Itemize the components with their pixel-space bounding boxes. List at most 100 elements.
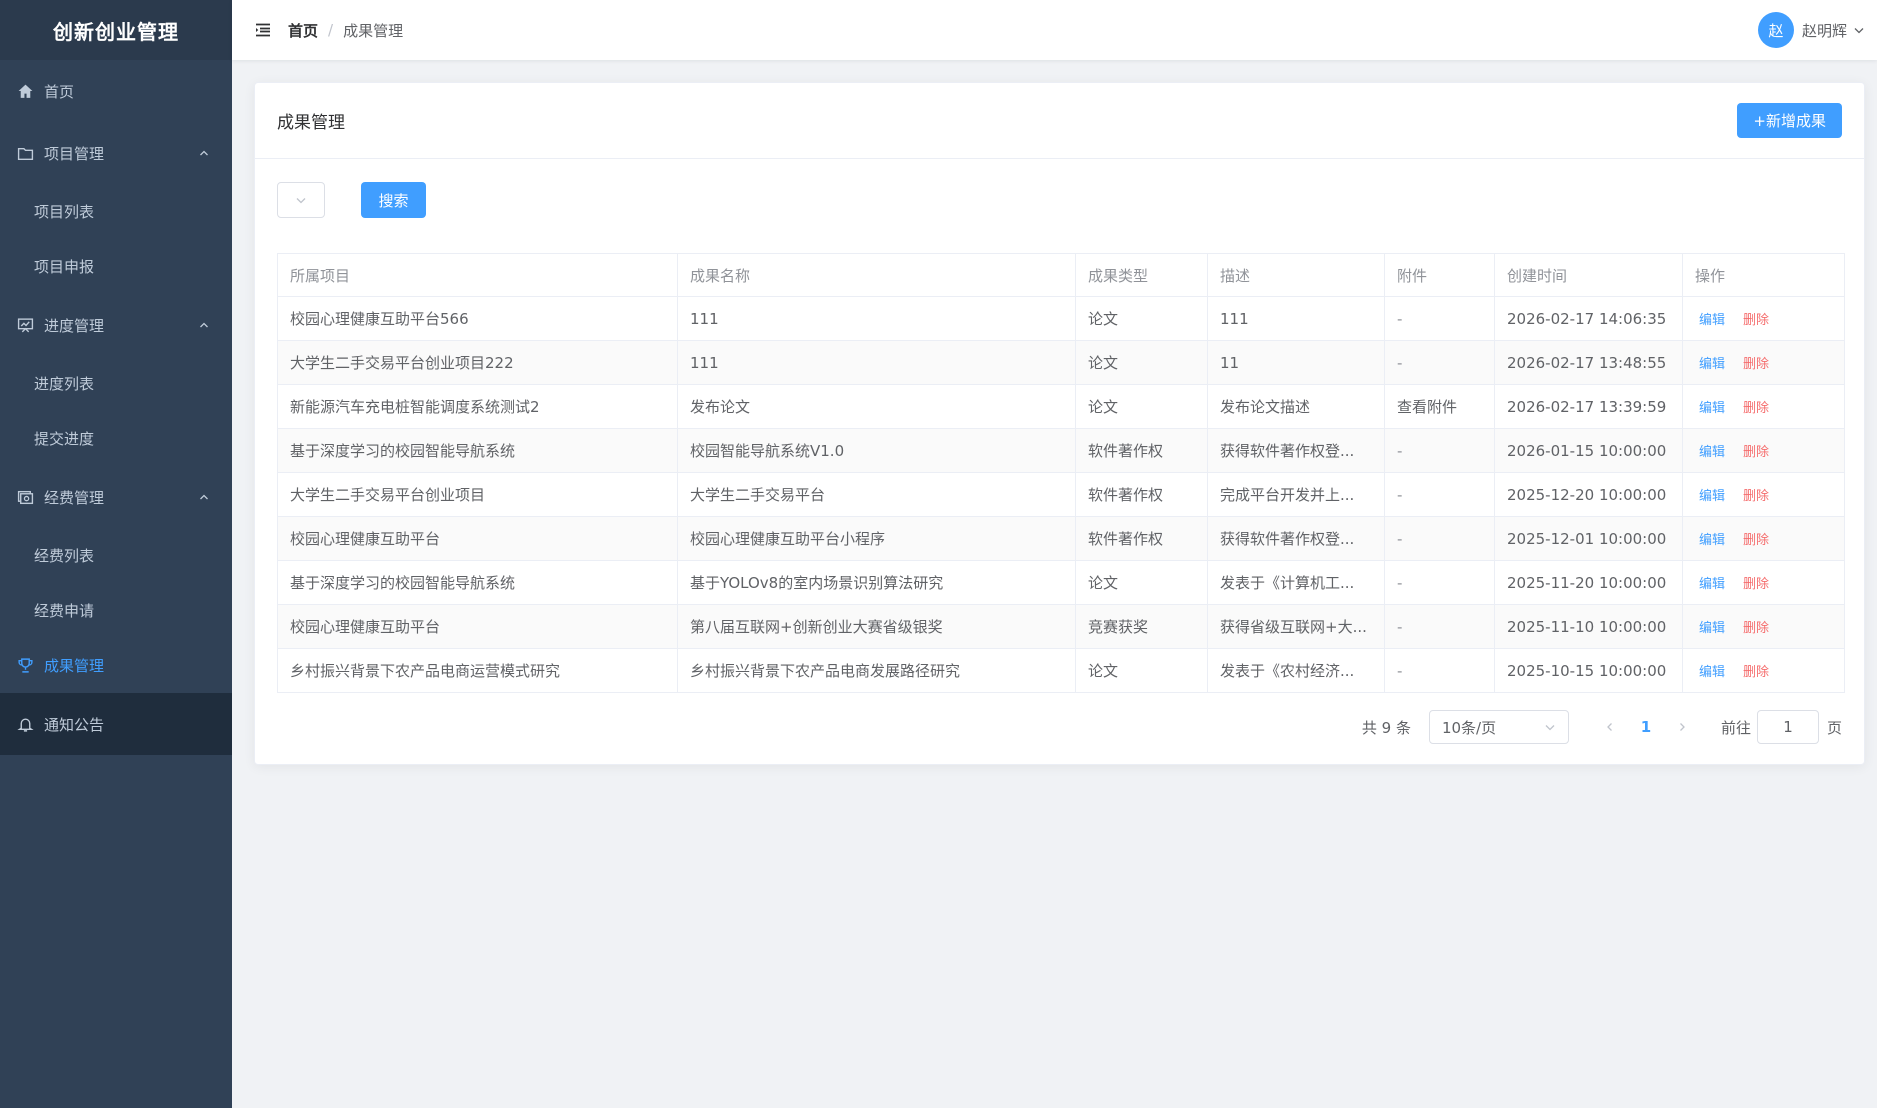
sidebar-item-label: 进度管理 xyxy=(44,316,105,335)
edit-button[interactable]: 编辑 xyxy=(1699,577,1725,592)
breadcrumb-current: 成果管理 xyxy=(343,21,404,40)
page-size-value: 10条/页 xyxy=(1441,718,1497,737)
column-header: 成果类型 xyxy=(1075,253,1208,297)
cell-attachment: - xyxy=(1384,648,1495,693)
cell-description: 发表于《农村经济... xyxy=(1207,648,1385,693)
table-row: 校园心理健康互助平台566 111 论文 111-2026-02-17 14:06:3… xyxy=(277,296,1845,341)
sidebar-item-funds-list[interactable]: 经费列表 xyxy=(0,528,232,583)
next-page-button[interactable] xyxy=(1667,712,1697,742)
sidebar-item-label: 通知公告 xyxy=(44,715,105,734)
delete-button[interactable]: 删除 xyxy=(1743,533,1769,548)
cell-type: 论文 xyxy=(1075,648,1208,693)
avatar: 赵 xyxy=(1757,12,1794,48)
pagination: 共 9 条 10条/页 1 前往 1 页 xyxy=(277,709,1842,745)
delete-button[interactable]: 删除 xyxy=(1743,665,1769,680)
cell-description: 11 xyxy=(1207,340,1385,385)
edit-button[interactable]: 编辑 xyxy=(1699,401,1725,416)
chevron-down-icon xyxy=(1545,725,1555,731)
sidebar: 创新创业管理 首页 项目管理 项目列表 项目申报 进度管理 进度列表 提交进度 xyxy=(0,0,232,1108)
table-row: 基于深度学习的校园智能导航系统 基于YOLOv8的室内场景识别算法研究 论文 发表于《… xyxy=(277,560,1845,605)
column-header: 成果名称 xyxy=(677,253,1076,297)
search-button[interactable]: 搜索 xyxy=(361,182,426,218)
sidebar-item-project-list[interactable]: 项目列表 xyxy=(0,184,232,239)
delete-button[interactable]: 删除 xyxy=(1743,577,1769,592)
cell-created-time: 2025-12-01 10:00:00 xyxy=(1494,516,1683,561)
edit-button[interactable]: 编辑 xyxy=(1699,489,1725,504)
trophy-icon xyxy=(16,657,34,675)
sidebar-item-label: 成果管理 xyxy=(44,657,105,675)
cell-created-time: 2026-02-17 14:06:35 xyxy=(1494,296,1683,341)
cell-attachment: - xyxy=(1384,604,1495,649)
add-achievement-button[interactable]: +新增成果 xyxy=(1737,103,1842,138)
cell-description: 完成平台开发并上... xyxy=(1207,472,1385,517)
sidebar-item-funds-apply[interactable]: 经费申请 xyxy=(0,583,232,638)
cell-name: 基于YOLOv8的室内场景识别算法研究 xyxy=(677,560,1076,605)
cell-actions: 编辑 删除 xyxy=(1682,472,1845,517)
main-area: 首页 / 成果管理 赵 赵明辉 成果管理 +新增成果 搜索 所属项目 成果名称 … xyxy=(232,0,1877,1108)
prev-page-button[interactable] xyxy=(1595,712,1625,742)
sidebar-item-label: 项目管理 xyxy=(44,144,105,163)
cell-created-time: 2025-11-20 10:00:00 xyxy=(1494,560,1683,605)
cell-name: 第八届互联网+创新创业大赛省级银奖 xyxy=(677,604,1076,649)
cell-name: 乡村振兴背景下农产品电商发展路径研究 xyxy=(677,648,1076,693)
cell-created-time: 2025-11-10 10:00:00 xyxy=(1494,604,1683,649)
cell-type: 论文 xyxy=(1075,560,1208,605)
cell-name: 发布论文 xyxy=(677,384,1076,429)
chevron-right-icon xyxy=(1680,723,1685,731)
page-number-1[interactable]: 1 xyxy=(1631,712,1661,742)
edit-button[interactable]: 编辑 xyxy=(1699,313,1725,328)
cell-actions: 编辑 删除 xyxy=(1682,296,1845,341)
type-filter-select[interactable] xyxy=(277,182,325,218)
sidebar-item-project-management[interactable]: 项目管理 xyxy=(0,122,232,184)
cell-project: 校园心理健康互助平台 xyxy=(277,604,678,649)
sidebar-item-submit-progress[interactable]: 提交进度 xyxy=(0,411,232,466)
delete-button[interactable]: 删除 xyxy=(1743,445,1769,460)
sidebar-item-notice[interactable]: 通知公告 xyxy=(0,693,232,755)
cell-type: 论文 xyxy=(1075,296,1208,341)
edit-button[interactable]: 编辑 xyxy=(1699,665,1725,680)
cell-project: 基于深度学习的校园智能导航系统 xyxy=(277,560,678,605)
chevron-down-icon xyxy=(296,198,306,204)
page-size-select[interactable]: 10条/页 xyxy=(1428,710,1569,744)
table-row: 乡村振兴背景下农产品电商运营模式研究 乡村振兴背景下农产品电商发展路径研究 论文 发表… xyxy=(277,648,1845,693)
pagination-total: 共 9 条 xyxy=(1361,718,1411,737)
user-dropdown[interactable]: 赵 赵明辉 xyxy=(1757,0,1865,60)
cell-type: 论文 xyxy=(1075,384,1208,429)
table-header-row: 所属项目 成果名称 成果类型 描述 附件 创建时间 操作 xyxy=(277,253,1845,297)
cell-actions: 编辑 删除 xyxy=(1682,340,1845,385)
edit-button[interactable]: 编辑 xyxy=(1699,357,1725,372)
delete-button[interactable]: 删除 xyxy=(1743,357,1769,372)
delete-button[interactable]: 删除 xyxy=(1743,401,1769,416)
cell-project: 新能源汽车充电桩智能调度系统测试2 xyxy=(277,384,678,429)
app-logo-title: 创新创业管理 xyxy=(0,0,232,60)
edit-button[interactable]: 编辑 xyxy=(1699,533,1725,548)
goto-page-input[interactable] xyxy=(1756,710,1819,744)
delete-button[interactable]: 删除 xyxy=(1743,489,1769,504)
breadcrumb-home[interactable]: 首页 xyxy=(288,20,318,41)
home-icon xyxy=(16,82,34,100)
cell-description: 发表于《计算机工... xyxy=(1207,560,1385,605)
chevron-left-icon xyxy=(1607,723,1612,731)
sidebar-item-project-apply[interactable]: 项目申报 xyxy=(0,239,232,294)
cell-attachment[interactable]: 查看附件 xyxy=(1384,384,1495,429)
edit-button[interactable]: 编辑 xyxy=(1699,621,1725,636)
chevron-up-icon xyxy=(200,322,208,328)
cell-created-time: 2026-02-17 13:39:59 xyxy=(1494,384,1683,429)
sidebar-item-progress-list[interactable]: 进度列表 xyxy=(0,356,232,411)
sidebar-item-progress-management[interactable]: 进度管理 xyxy=(0,294,232,356)
username: 赵明辉 xyxy=(1801,21,1847,40)
column-header: 创建时间 xyxy=(1494,253,1683,297)
column-header: 附件 xyxy=(1384,253,1495,297)
breadcrumb-separator: / xyxy=(328,21,334,39)
hamburger-menu-icon[interactable] xyxy=(254,20,274,40)
sidebar-item-achievements[interactable]: 成果管理 xyxy=(0,638,232,693)
content-area: 成果管理 +新增成果 搜索 所属项目 成果名称 成果类型 描述 附件 创建时间 … xyxy=(232,60,1877,765)
edit-button[interactable]: 编辑 xyxy=(1699,445,1725,460)
delete-button[interactable]: 删除 xyxy=(1743,621,1769,636)
sidebar-item-home[interactable]: 首页 xyxy=(0,60,232,122)
sidebar-item-funds-management[interactable]: 经费管理 xyxy=(0,466,232,528)
cell-actions: 编辑 删除 xyxy=(1682,648,1845,693)
cell-type: 软件著作权 xyxy=(1075,472,1208,517)
breadcrumb: 首页 / 成果管理 xyxy=(288,20,403,41)
delete-button[interactable]: 删除 xyxy=(1743,313,1769,328)
